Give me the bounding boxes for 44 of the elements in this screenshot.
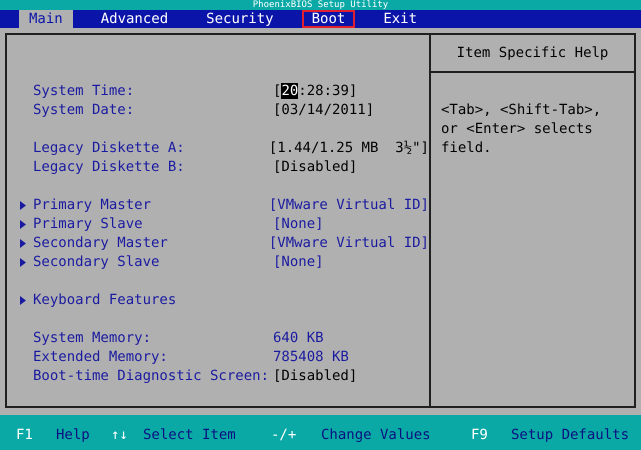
setting-value[interactable]: [20:28:39] — [273, 81, 358, 102]
key-action: Help — [56, 426, 90, 445]
key-action: Select Item — [143, 426, 236, 445]
setting-label[interactable]: Keyboard Features — [33, 290, 176, 311]
setting-label[interactable]: Secondary Slave — [33, 252, 160, 273]
submenu-arrow-icon — [19, 239, 27, 248]
submenu-arrow-icon — [19, 220, 27, 229]
setting-label[interactable]: System Date: — [33, 100, 134, 121]
setting-value[interactable]: [Disabled] — [273, 157, 358, 178]
setting-value[interactable]: [03/14/2011] — [273, 100, 374, 121]
setting-label[interactable]: Primary Master — [33, 195, 152, 216]
key-name: -/+ — [271, 426, 298, 445]
setting-value[interactable]: 640 KB — [273, 328, 324, 349]
setting-label[interactable]: Extended Memory: — [33, 347, 168, 368]
setting-value[interactable]: [VMware Virtual ID] — [268, 195, 429, 216]
submenu-arrow-icon — [19, 201, 27, 210]
key-action: Change Values — [321, 426, 431, 445]
setting-value[interactable]: [Disabled] — [273, 366, 358, 387]
setting-label[interactable]: Primary Slave — [33, 214, 143, 235]
setting-value[interactable]: [VMware Virtual ID] — [268, 233, 429, 254]
key-name: F9 — [471, 426, 489, 445]
key-name: ↑↓ — [111, 426, 129, 445]
setting-value[interactable]: [None] — [273, 214, 324, 235]
menu-tab[interactable]: Exit — [373, 10, 428, 28]
menu-tab[interactable]: Boot — [302, 10, 356, 28]
setting-label[interactable]: Secondary Master — [33, 233, 168, 254]
key-name: F1 — [16, 426, 34, 445]
window-title: PhoenixBIOS Setup Utility — [252, 0, 388, 10]
setting-label[interactable]: Legacy Diskette A: — [33, 138, 185, 159]
menu-tab[interactable]: Advanced — [90, 10, 178, 28]
help-text: <Tab>, <Shift-Tab>, or <Enter> selects field. — [441, 101, 602, 158]
setting-value[interactable]: [1.44/1.25 MB 3½"] — [268, 138, 429, 159]
submenu-arrow-icon — [19, 258, 27, 267]
setting-label[interactable]: Boot-time Diagnostic Screen: — [33, 366, 270, 387]
menu-tab[interactable]: Security — [196, 10, 284, 28]
setting-label[interactable]: System Time: — [33, 81, 134, 102]
help-title: Item Specific Help — [456, 44, 608, 62]
key-action: Setup Defaults — [511, 426, 630, 445]
submenu-arrow-icon — [19, 296, 27, 305]
setting-value[interactable]: 785408 KB — [273, 347, 349, 368]
setting-label[interactable]: System Memory: — [33, 328, 152, 349]
setting-label[interactable]: Legacy Diskette B: — [33, 157, 185, 178]
setting-value[interactable]: [None] — [273, 252, 324, 273]
menu-tab[interactable]: Main — [19, 10, 73, 28]
